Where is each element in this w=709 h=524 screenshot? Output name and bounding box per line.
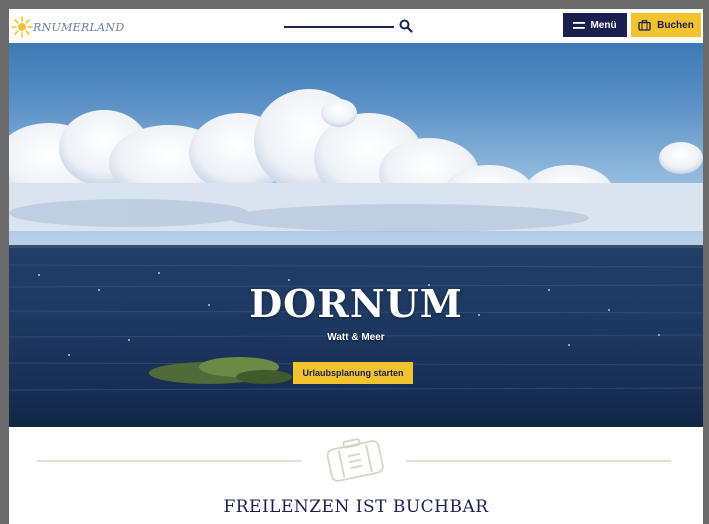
hero-banner: DORNUM Watt & Meer Urlaubsplanung starte… bbox=[9, 43, 703, 427]
logo-text: RNUMERLAND bbox=[33, 20, 125, 34]
search-input[interactable] bbox=[284, 17, 394, 33]
search-icon[interactable] bbox=[399, 19, 413, 33]
divider-left bbox=[37, 460, 302, 462]
hero-title: DORNUM bbox=[249, 281, 463, 326]
hero-subtitle: Watt & Meer bbox=[327, 332, 385, 343]
search-bar[interactable] bbox=[284, 17, 444, 35]
hamburger-icon bbox=[573, 21, 586, 29]
suitcase-icon bbox=[638, 19, 651, 31]
sun-icon bbox=[11, 16, 33, 38]
divider-right bbox=[406, 460, 671, 462]
clouds-image bbox=[9, 89, 703, 232]
book-button[interactable]: Buchen bbox=[631, 13, 701, 37]
header: RNUMERLAND Menü Buchen bbox=[9, 9, 703, 43]
logo[interactable]: RNUMERLAND bbox=[11, 14, 124, 40]
menu-button[interactable]: Menü bbox=[563, 13, 627, 37]
suitcase-icon bbox=[326, 438, 384, 482]
grass-patch bbox=[149, 357, 292, 384]
section-title: FREILENZEN IST BUCHBAR bbox=[223, 497, 489, 517]
book-label: Buchen bbox=[657, 19, 694, 31]
page: RNUMERLAND Menü Buchen DORNUM Watt & Mee… bbox=[9, 9, 703, 524]
plan-vacation-button[interactable]: Urlaubsplanung starten bbox=[293, 362, 413, 384]
search-underline bbox=[284, 26, 394, 28]
menu-label: Menü bbox=[590, 19, 617, 31]
